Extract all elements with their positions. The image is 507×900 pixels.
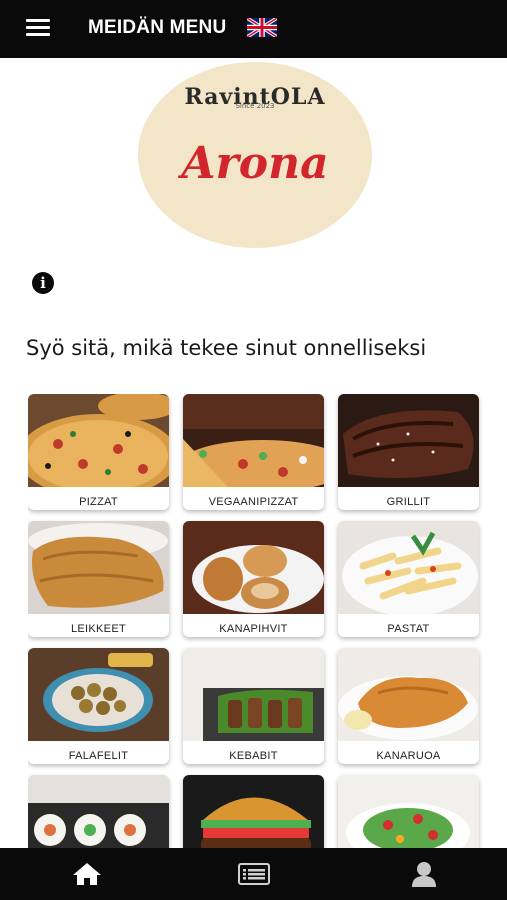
- nav-home[interactable]: [57, 848, 117, 900]
- category-card-vegaanipizzat[interactable]: VEGAANIPIZZAT: [183, 394, 324, 510]
- category-card-leikkeet[interactable]: LEIKKEET: [28, 521, 169, 637]
- nav-menu[interactable]: [224, 848, 284, 900]
- category-label: KANAPIHVIT: [219, 623, 288, 635]
- schnitzel-photo: [28, 521, 169, 614]
- uk-flag-icon[interactable]: [247, 18, 277, 37]
- category-card-pastat[interactable]: PASTAT: [338, 521, 479, 637]
- logo-name: Arona: [181, 138, 329, 189]
- roast-chicken-photo: [338, 648, 479, 741]
- user-icon: [412, 862, 436, 887]
- grilled-steak-photo: [338, 394, 479, 487]
- kebab-photo: [183, 648, 324, 741]
- category-label: KANARUOA: [376, 750, 441, 762]
- category-label: GRILLIT: [386, 496, 431, 508]
- page-title: MEIDÄN MENU: [88, 17, 227, 38]
- category-label: PASTAT: [387, 623, 430, 635]
- chicken-patty-photo: [183, 521, 324, 614]
- category-card-kanaruoa[interactable]: KANARUOA: [338, 648, 479, 764]
- info-icon[interactable]: i: [32, 272, 54, 294]
- bottom-nav: [0, 848, 507, 900]
- category-card-kebabit[interactable]: KEBABIT: [183, 648, 324, 764]
- nav-profile[interactable]: [394, 848, 454, 900]
- category-label: VEGAANIPIZZAT: [208, 496, 299, 508]
- category-label: PIZZAT: [79, 496, 118, 508]
- logo-since-text: Since 2023: [235, 102, 275, 110]
- falafel-photo: [28, 648, 169, 741]
- category-card-sushi[interactable]: [28, 775, 169, 849]
- pizza-photo: [28, 394, 169, 498]
- category-card-grillit[interactable]: GRILLIT: [338, 394, 479, 510]
- category-card-salad[interactable]: [338, 775, 479, 849]
- category-card-kanapihvit[interactable]: KANAPIHVIT: [183, 521, 324, 637]
- salad-photo: [338, 775, 479, 849]
- hamburger-menu-icon[interactable]: [26, 19, 50, 37]
- tagline: Syö sitä, mikä tekee sinut onnelliseksi: [26, 336, 427, 360]
- burger-photo: [183, 775, 324, 849]
- restaurant-logo: RavintOLA Since 2023 Arona: [138, 62, 372, 248]
- pasta-photo: [338, 521, 479, 616]
- vegan-pizza-photo: [183, 394, 324, 492]
- category-label: FALAFELIT: [68, 750, 129, 762]
- menu-list-icon: [238, 863, 270, 885]
- category-card-falafelit[interactable]: FALAFELIT: [28, 648, 169, 764]
- category-card-burger[interactable]: [183, 775, 324, 849]
- category-grid: PIZZAT VEGAANIPIZZAT GRILLIT LEIKKEET KA…: [28, 394, 483, 849]
- sushi-photo: [28, 775, 169, 849]
- top-bar: MEIDÄN MENU: [0, 0, 507, 58]
- category-label: KEBABIT: [229, 750, 278, 762]
- home-icon: [73, 863, 101, 885]
- category-label: LEIKKEET: [71, 623, 126, 635]
- category-card-pizzat[interactable]: PIZZAT: [28, 394, 169, 510]
